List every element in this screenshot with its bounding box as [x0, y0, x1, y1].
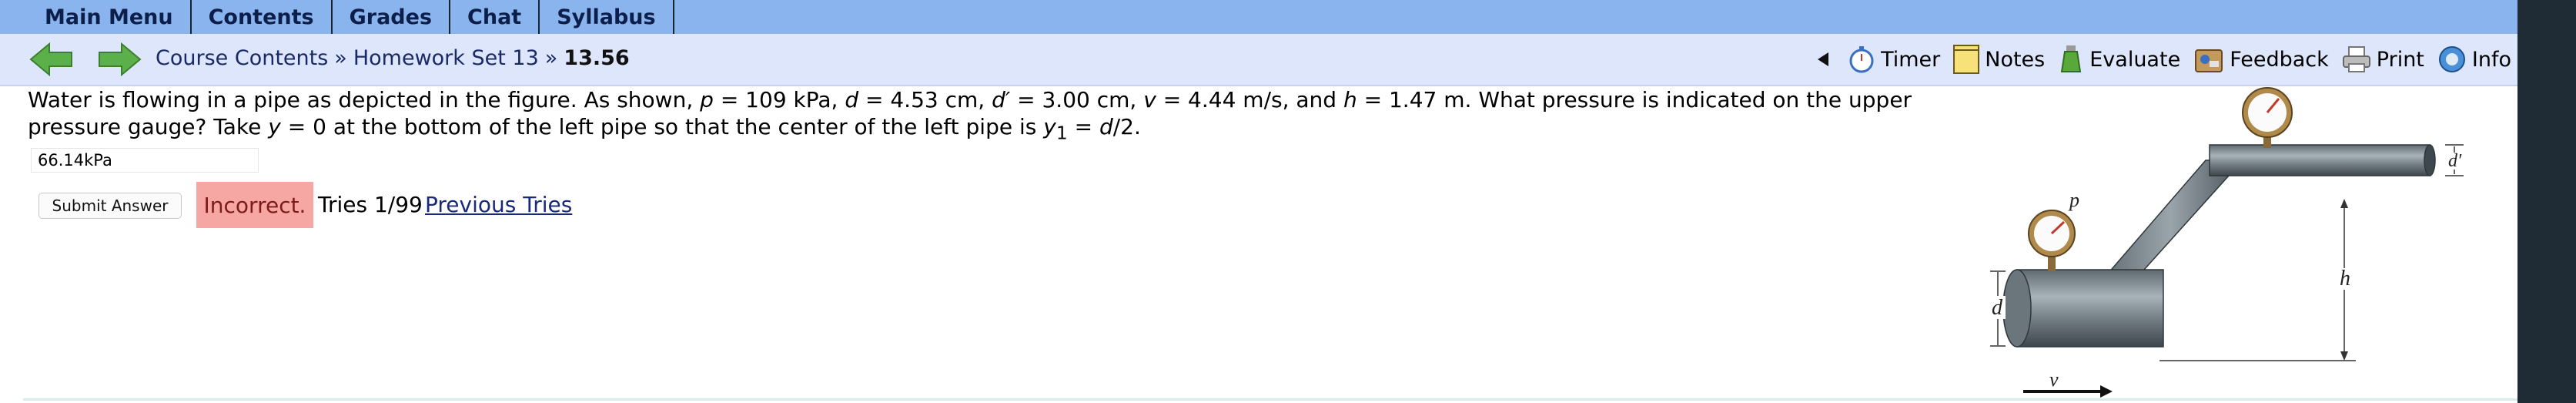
main-menu-bar: Main Menu Contents Grades Chat Syllabus — [0, 0, 2517, 34]
submit-answer-button[interactable]: Submit Answer — [38, 193, 182, 219]
info-icon — [2438, 46, 2465, 72]
breadcrumb-separator: » — [544, 46, 558, 70]
evaluate-label: Evaluate — [2089, 47, 2181, 72]
tries-counter: Tries 1/99 — [318, 192, 423, 217]
lower-pipe — [2016, 269, 2164, 348]
evaluate-flask-icon — [2061, 45, 2082, 72]
upper-pipe-opening — [2424, 144, 2436, 176]
breadcrumb-separator: » — [334, 46, 347, 70]
breadcrumb-current: 13.56 — [564, 46, 630, 70]
print-label: Print — [2376, 47, 2424, 72]
stopwatch-icon — [1849, 46, 1874, 73]
info-label: Info — [2471, 47, 2511, 72]
question-text: Water is flowing in a pipe as depicted i… — [28, 87, 1912, 144]
breadcrumb-course-contents[interactable]: Course Contents — [156, 46, 328, 70]
feedback-icon — [2195, 49, 2223, 72]
notes-label: Notes — [1985, 47, 2046, 72]
lower-gauge-stem — [2048, 256, 2056, 271]
breadcrumb-homework-set[interactable]: Homework Set 13 — [353, 46, 539, 70]
info-button[interactable]: Info — [2437, 44, 2511, 75]
menu-contents[interactable]: Contents — [192, 0, 333, 34]
diagonal-pipe — [2096, 160, 2244, 286]
bottom-divider — [23, 398, 2517, 401]
label-v: v — [2049, 368, 2059, 391]
label-dprime: d′ — [2448, 151, 2462, 171]
evaluate-button[interactable]: Evaluate — [2057, 44, 2180, 75]
timer-button[interactable]: Timer — [1847, 45, 1940, 74]
background-window-edge — [2517, 0, 2576, 403]
printer-icon — [2342, 46, 2370, 72]
collapse-arrow-icon[interactable] — [1818, 52, 1829, 66]
previous-tries-link[interactable]: Previous Tries — [425, 192, 572, 217]
menu-main-menu[interactable]: Main Menu — [0, 0, 192, 34]
pipe-figure: p d d′ h v — [1990, 87, 2468, 398]
timer-label: Timer — [1881, 47, 1941, 72]
incorrect-status-badge: Incorrect. — [196, 182, 313, 228]
breadcrumb: Course Contents» Homework Set 13» 13.56 — [156, 46, 630, 70]
label-d: d — [1992, 296, 2003, 320]
forward-arrow-icon[interactable] — [97, 42, 142, 77]
menu-grades[interactable]: Grades — [333, 0, 451, 34]
feedback-button[interactable]: Feedback — [2193, 44, 2329, 75]
nav-bar: Course Contents» Homework Set 13» 13.56 Ti… — [0, 34, 2517, 86]
menu-chat[interactable]: Chat — [450, 0, 540, 34]
notes-button[interactable]: Notes — [1952, 44, 2045, 75]
velocity-arrow-icon — [2100, 385, 2113, 398]
print-button[interactable]: Print — [2341, 44, 2424, 75]
notepad-icon — [1953, 45, 1980, 74]
answer-input[interactable] — [31, 148, 259, 173]
label-h: h — [2340, 267, 2350, 290]
label-p: p — [2068, 189, 2079, 211]
lower-pipe-end — [2002, 269, 2032, 348]
menu-syllabus[interactable]: Syllabus — [540, 0, 674, 34]
tool-bar: Timer Notes Evaluate Feedback Print Info — [1818, 42, 2511, 77]
feedback-label: Feedback — [2230, 47, 2329, 72]
back-arrow-icon[interactable] — [29, 42, 74, 77]
upper-pipe — [2209, 144, 2430, 176]
